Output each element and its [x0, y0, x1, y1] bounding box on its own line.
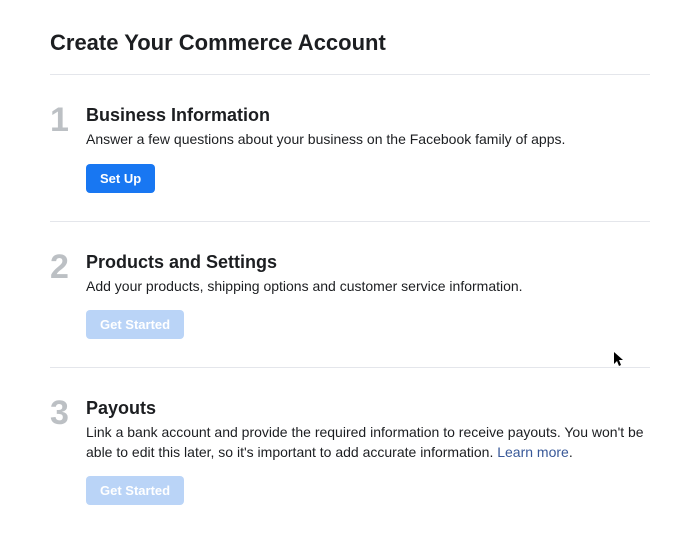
step-content: Products and Settings Add your products,…: [86, 252, 650, 340]
step-description: Answer a few questions about your busine…: [86, 130, 650, 150]
page-title: Create Your Commerce Account: [50, 30, 650, 56]
step-description: Link a bank account and provide the requ…: [86, 423, 650, 462]
step-content: Business Information Answer a few questi…: [86, 105, 650, 193]
step-content: Payouts Link a bank account and provide …: [86, 398, 650, 505]
learn-more-link[interactable]: Learn more: [497, 444, 569, 460]
step-products-and-settings: 2 Products and Settings Add your product…: [50, 222, 650, 368]
step-business-information: 1 Business Information Answer a few ques…: [50, 75, 650, 221]
step-number: 1: [50, 103, 86, 193]
set-up-button[interactable]: Set Up: [86, 164, 155, 193]
step-title: Payouts: [86, 398, 650, 419]
step-number: 3: [50, 396, 86, 505]
step-payouts: 3 Payouts Link a bank account and provid…: [50, 368, 650, 533]
step-title: Products and Settings: [86, 252, 650, 273]
step-desc-suffix: .: [569, 444, 573, 460]
get-started-button: Get Started: [86, 476, 184, 505]
step-title: Business Information: [86, 105, 650, 126]
step-description: Add your products, shipping options and …: [86, 277, 650, 297]
get-started-button: Get Started: [86, 310, 184, 339]
step-number: 2: [50, 250, 86, 340]
